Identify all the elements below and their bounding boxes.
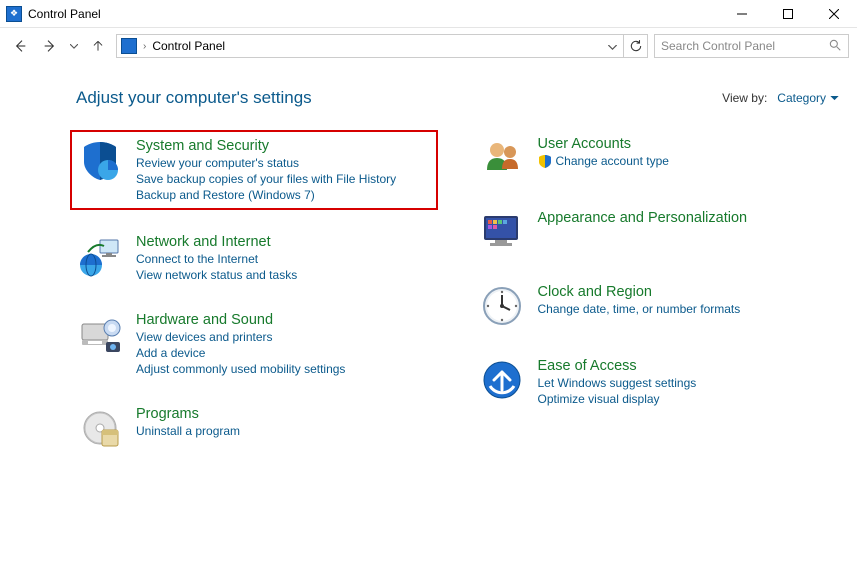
category-sublink-text[interactable]: Optimize visual display	[538, 392, 660, 406]
refresh-button[interactable]	[624, 34, 648, 58]
category-sublink[interactable]: View network status and tasks	[136, 268, 297, 282]
category-title-link[interactable]: Clock and Region	[538, 284, 741, 300]
title-bar: ❖ Control Panel	[0, 0, 857, 28]
category-title-link[interactable]: Hardware and Sound	[136, 312, 345, 328]
search-input[interactable]	[661, 39, 828, 53]
category-body: Ease of Access Let Windows suggest settin…	[538, 358, 697, 406]
programs-icon	[78, 406, 122, 450]
content-area: Adjust your computer's settings View by:…	[0, 64, 857, 484]
nav-bar: › Control Panel	[0, 28, 857, 64]
category-network-and-internet: Network and Internet Connect to the Inter…	[76, 228, 438, 288]
ease-icon	[480, 358, 524, 402]
back-button[interactable]	[8, 34, 32, 58]
category-sublink-text[interactable]: View devices and printers	[136, 330, 273, 344]
category-ease-of-access: Ease of Access Let Windows suggest settin…	[478, 352, 840, 412]
history-dropdown[interactable]	[68, 44, 80, 49]
category-title-link[interactable]: Appearance and Personalization	[538, 210, 748, 226]
uac-shield-icon	[538, 154, 552, 168]
category-sublink-text[interactable]: Let Windows suggest settings	[538, 376, 697, 390]
category-sublink[interactable]: Backup and Restore (Windows 7)	[136, 188, 396, 202]
close-button[interactable]	[811, 0, 857, 28]
chevron-right-icon: ›	[143, 41, 146, 52]
control-panel-icon	[121, 38, 137, 54]
app-icon: ❖	[6, 6, 22, 22]
category-body: Appearance and Personalization	[538, 210, 748, 254]
clock-icon	[480, 284, 524, 328]
category-sublink[interactable]: Optimize visual display	[538, 392, 697, 406]
category-clock-and-region: Clock and Region Change date, time, or nu…	[478, 278, 840, 334]
category-sublink[interactable]: Change account type	[538, 154, 669, 168]
shield-icon	[78, 138, 122, 182]
left-column: System and Security Review your computer'…	[76, 130, 438, 474]
category-sublink[interactable]: Adjust commonly used mobility settings	[136, 362, 345, 376]
forward-button[interactable]	[38, 34, 62, 58]
category-hardware-and-sound: Hardware and Sound View devices and print…	[76, 306, 438, 382]
category-body: User Accounts Change account type	[538, 136, 669, 180]
category-sublink-text[interactable]: Adjust commonly used mobility settings	[136, 362, 345, 376]
users-icon	[480, 136, 524, 180]
category-body: Clock and Region Change date, time, or nu…	[538, 284, 741, 328]
category-body: Programs Uninstall a program	[136, 406, 240, 450]
view-by-label: View by:	[722, 91, 767, 105]
category-title-link[interactable]: Network and Internet	[136, 234, 297, 250]
hardware-icon	[78, 312, 122, 356]
category-sublink[interactable]: Save backup copies of your files with Fi…	[136, 172, 396, 186]
category-programs: Programs Uninstall a program	[76, 400, 438, 456]
address-bar[interactable]: › Control Panel	[116, 34, 624, 58]
category-sublink[interactable]: Let Windows suggest settings	[538, 376, 697, 390]
category-title-link[interactable]: Programs	[136, 406, 240, 422]
category-sublink-text[interactable]: Change date, time, or number formats	[538, 302, 741, 316]
category-sublink-text[interactable]: Save backup copies of your files with Fi…	[136, 172, 396, 186]
appearance-icon	[480, 210, 524, 254]
page-title: Adjust your computer's settings	[76, 88, 722, 108]
window-controls	[719, 0, 857, 28]
category-title-link[interactable]: Ease of Access	[538, 358, 697, 374]
category-sublink-text[interactable]: Review your computer's status	[136, 156, 299, 170]
content-header: Adjust your computer's settings View by:…	[76, 88, 839, 108]
category-sublink[interactable]: Review your computer's status	[136, 156, 396, 170]
category-body: System and Security Review your computer'…	[136, 138, 396, 202]
category-sublink-text[interactable]: Uninstall a program	[136, 424, 240, 438]
category-sublink-text[interactable]: Add a device	[136, 346, 205, 360]
category-sublink-text[interactable]: Connect to the Internet	[136, 252, 258, 266]
address-dropdown[interactable]	[605, 39, 619, 53]
category-sublink[interactable]: Change date, time, or number formats	[538, 302, 741, 316]
category-title-link[interactable]: System and Security	[136, 138, 396, 154]
breadcrumb[interactable]: Control Panel	[152, 39, 225, 53]
category-sublink-text[interactable]: Change account type	[556, 154, 669, 168]
category-sublink[interactable]: Connect to the Internet	[136, 252, 297, 266]
right-column: User Accounts Change account type Appearan…	[478, 130, 840, 474]
search-icon	[828, 38, 842, 55]
minimize-button[interactable]	[719, 0, 765, 28]
category-sublink[interactable]: View devices and printers	[136, 330, 345, 344]
category-sublink[interactable]: Add a device	[136, 346, 345, 360]
window-title: Control Panel	[28, 7, 719, 21]
category-body: Hardware and Sound View devices and print…	[136, 312, 345, 376]
category-title-link[interactable]: User Accounts	[538, 136, 669, 152]
network-icon	[78, 234, 122, 278]
category-system-and-security: System and Security Review your computer'…	[70, 130, 438, 210]
category-sublink-text[interactable]: View network status and tasks	[136, 268, 297, 282]
category-body: Network and Internet Connect to the Inter…	[136, 234, 297, 282]
category-sublink[interactable]: Uninstall a program	[136, 424, 240, 438]
view-by-control: View by: Category	[722, 91, 839, 105]
view-by-dropdown[interactable]: Category	[777, 91, 839, 105]
category-appearance-and-personalization: Appearance and Personalization	[478, 204, 840, 260]
category-sublink-text[interactable]: Backup and Restore (Windows 7)	[136, 188, 315, 202]
search-box[interactable]	[654, 34, 849, 58]
up-button[interactable]	[86, 34, 110, 58]
maximize-button[interactable]	[765, 0, 811, 28]
category-user-accounts: User Accounts Change account type	[478, 130, 840, 186]
